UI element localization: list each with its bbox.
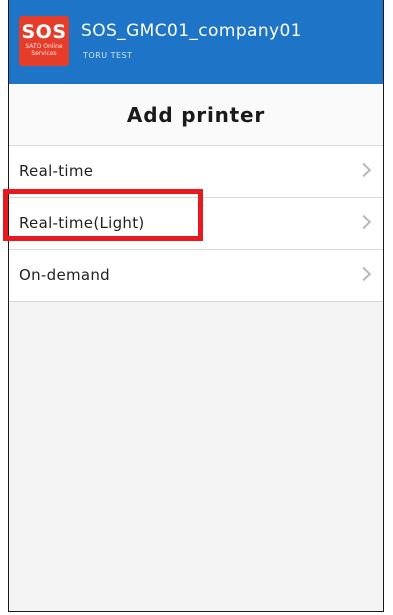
user-name: TORU TEST: [83, 51, 133, 60]
logo-subtext: SATO Online Services: [25, 43, 63, 57]
printer-type-list: Real-time Real-time(Light) On-demand: [9, 146, 383, 302]
chevron-right-icon: [356, 266, 372, 282]
chevron-right-icon: [356, 214, 372, 230]
list-item-real-time-light[interactable]: Real-time(Light): [9, 198, 383, 250]
page-title: Add printer: [126, 103, 266, 127]
list-item-label: Real-time(Light): [19, 214, 145, 232]
sos-logo: SOS SATO Online Services: [19, 16, 69, 66]
logo-text: SOS: [21, 21, 67, 43]
app-screen: SOS SATO Online Services SOS_GMC01_compa…: [8, 0, 384, 612]
app-bar: SOS SATO Online Services SOS_GMC01_compa…: [9, 0, 383, 84]
list-item-on-demand[interactable]: On-demand: [9, 250, 383, 302]
list-item-real-time[interactable]: Real-time: [9, 146, 383, 198]
chevron-right-icon: [356, 162, 372, 178]
empty-area: [9, 302, 383, 611]
company-title: SOS_GMC01_company01: [81, 21, 302, 41]
list-item-label: On-demand: [19, 266, 111, 284]
list-item-label: Real-time: [19, 162, 94, 180]
page-header: Add printer: [9, 84, 383, 146]
